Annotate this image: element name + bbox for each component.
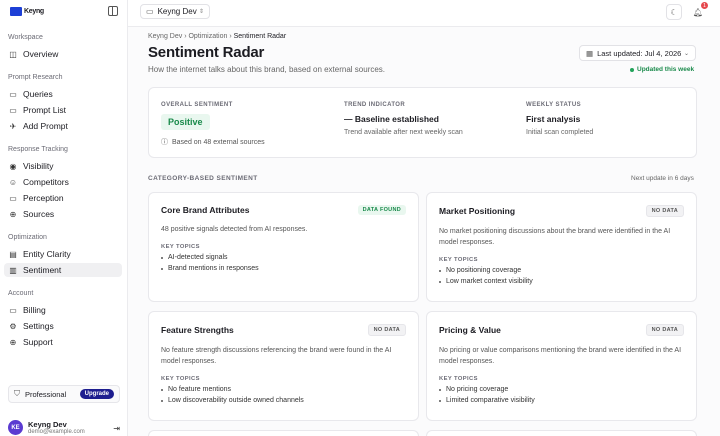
notification-badge: 1 [701,2,708,9]
grid-icon: ◫ [9,49,17,59]
category-card: Feature Strengths NO DATA No feature stre… [148,311,419,421]
list-item: Limited comparative visibility [439,397,684,404]
chart-icon: ▥ [9,265,17,275]
section-label-workspace: Workspace [8,34,43,41]
topbar: ▭ Keyng Dev ⇕ ☾ 🔔︎ 1 [128,0,720,27]
list-icon: ▭ [9,105,17,115]
workspace-name: Keyng Dev [157,7,197,16]
list-item: AI-detected signals [161,254,406,261]
next-update: Next update in 6 days [631,175,694,182]
list-item: Brand mentions in responses [161,265,406,272]
updated-status: Updated this week [630,66,694,73]
status-badge: NO DATA [645,324,684,336]
list-item: Low discoverability outside owned channe… [161,397,406,404]
status-badge: NO DATA [367,324,406,336]
sidebar-item-billing[interactable]: ▭ Billing [4,303,122,317]
weekly-status-column: WEEKLY STATUS First analysis Initial sca… [526,102,594,136]
page-subtitle: How the internet talks about this brand,… [148,65,386,74]
info-icon: ⓘ [161,139,168,146]
sidebar-item-support[interactable]: ⊕ Support [4,335,122,349]
section-label-optimization: Optimization [8,234,47,241]
user-profile[interactable]: KE Keyng Dev demo@example.com ⇥ [8,420,120,436]
theme-toggle-button[interactable]: ☾ [666,4,682,20]
gear-icon: ⚙ [9,321,17,331]
breadcrumb-current: Sentiment Radar [233,33,287,40]
user-email: demo@example.com [28,429,85,435]
chevron-down-icon: ⌄ [683,50,689,57]
list-item: No feature mentions [161,386,406,393]
category-card: Core Brand Attributes DATA FOUND 48 posit… [148,192,419,302]
user-name: Keyng Dev [28,420,67,429]
status-dot-icon [630,67,634,72]
upgrade-button[interactable]: Upgrade [79,389,114,399]
plan-label: Professional [25,389,67,399]
breadcrumb: Keyng Dev › Optimization › Sentiment Rad… [148,33,287,40]
chat-icon: ▭ [9,193,17,203]
list-item: No pricing coverage [439,386,684,393]
section-label-prompt-research: Prompt Research [8,74,63,81]
status-badge: DATA FOUND [357,205,406,215]
notifications-button[interactable]: 🔔︎ 1 [690,2,708,20]
sidebar-toggle-icon[interactable] [108,6,118,16]
category-card: Market Positioning NO DATA No market posi… [426,192,697,302]
folder-icon: ▭ [146,7,154,16]
sidebar-item-perception[interactable]: ▭ Perception [4,191,122,205]
section-label-response-tracking: Response Tracking [8,146,68,153]
breadcrumb-item[interactable]: Keyng Dev [148,33,182,40]
logo-mark-icon [10,6,22,16]
logout-icon[interactable]: ⇥ [113,424,120,433]
chevron-updown-icon: ⇕ [198,9,204,15]
globe-icon: ⊕ [9,209,17,219]
eye-icon: ◉ [9,161,17,171]
logo[interactable]: Keyng [10,6,44,16]
list-item: Low market context visibility [439,278,684,285]
chat-icon: ▭ [9,89,17,99]
section-label-account: Account [8,290,34,297]
plan-card: ⛉ Professional Upgrade [8,385,120,403]
last-updated-dropdown[interactable]: ▦ Last updated: Jul 4, 2026 ⌄ [579,45,696,61]
sidebar-item-overview[interactable]: ◫ Overview [4,47,122,61]
sidebar: Keyng Workspace ◫ Overview Prompt Researc… [0,0,128,436]
globe-icon: ⊕ [9,337,17,347]
logo-text: Keyng [24,7,44,15]
category-card: Pricing & Value NO DATA No pricing or val… [426,311,697,421]
avatar: KE [8,420,23,435]
trend-column: TREND INDICATOR — Baseline established T… [344,102,463,136]
database-icon: ▤ [9,249,17,259]
list-item: No positioning coverage [439,267,684,274]
sidebar-item-visibility[interactable]: ◉ Visibility [4,159,122,173]
page-title: Sentiment Radar [148,44,265,61]
sidebar-item-sentiment[interactable]: ▥ Sentiment [4,263,122,277]
sidebar-item-entity-clarity[interactable]: ▤ Entity Clarity [4,247,122,261]
sidebar-item-sources[interactable]: ⊕ Sources [4,207,122,221]
sidebar-item-queries[interactable]: ▭ Queries [4,87,122,101]
moon-icon: ☾ [670,7,678,17]
sidebar-item-competitors[interactable]: ☺ Competitors [4,175,122,189]
bell-icon: 🔔︎ [692,7,704,17]
calendar-icon: ▦ [586,48,594,58]
sidebar-item-prompt-list[interactable]: ▭ Prompt List [4,103,122,117]
users-icon: ☺ [8,177,18,187]
workspace-selector[interactable]: ▭ Keyng Dev ⇕ [140,4,210,19]
sidebar-item-settings[interactable]: ⚙ Settings [4,319,122,333]
sentiment-badge: Positive [161,114,210,130]
overall-sentiment-card: OVERALL SENTIMENT Positive ⓘ Based on 48 … [148,87,697,158]
breadcrumb-item[interactable]: Optimization [188,33,227,40]
card-icon: ▭ [9,305,17,315]
category-card-partial [426,430,697,436]
overall-column: OVERALL SENTIMENT Positive ⓘ Based on 48 … [161,102,265,146]
sidebar-item-add-prompt[interactable]: ✈ Add Prompt [4,119,122,133]
category-heading: CATEGORY-BASED SENTIMENT [148,175,258,182]
category-card-partial [148,430,419,436]
status-badge: NO DATA [645,205,684,217]
rocket-icon: ✈ [9,121,17,131]
shield-icon: ⛉ [14,389,20,398]
